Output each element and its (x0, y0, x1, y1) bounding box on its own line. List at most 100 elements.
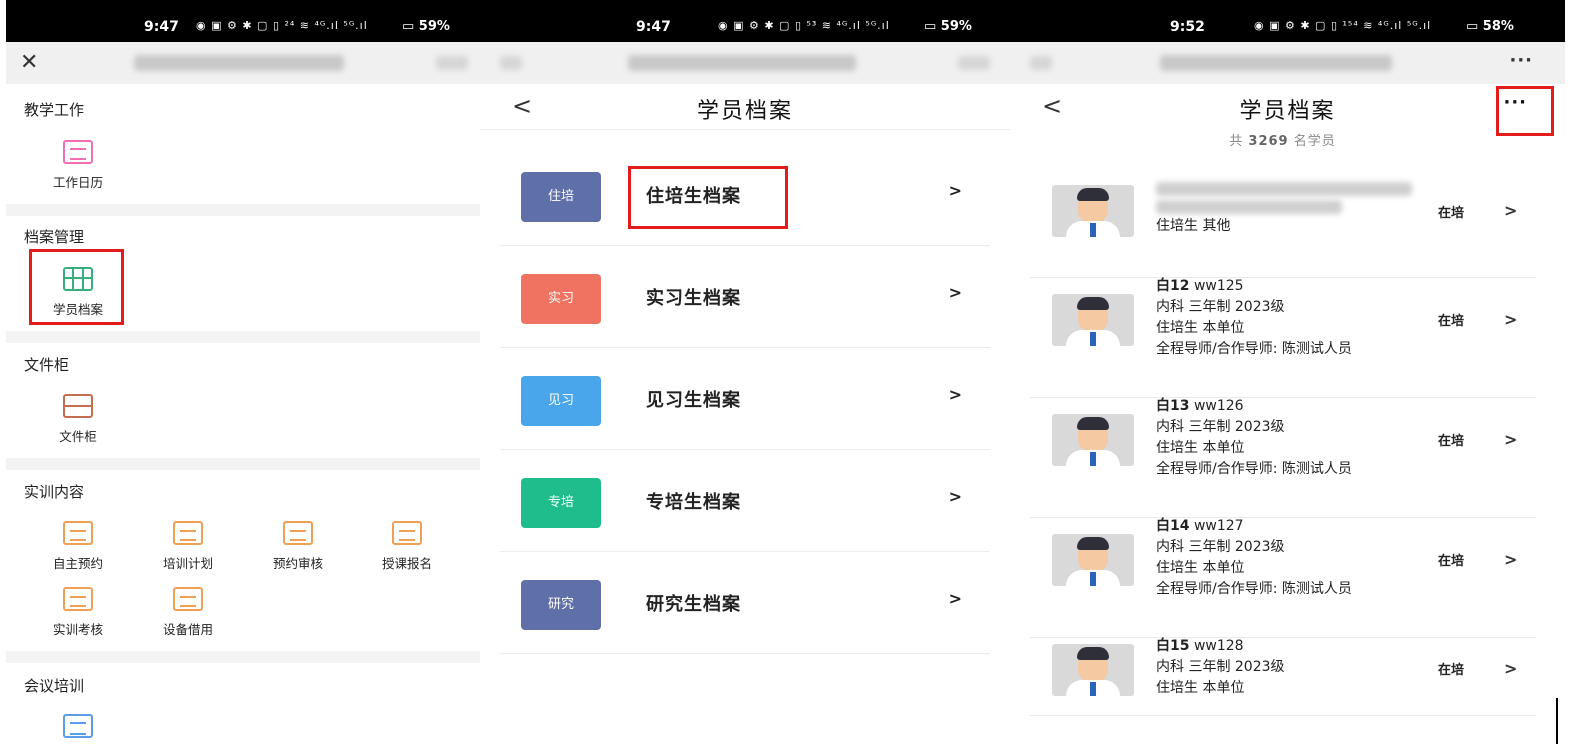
home-menu-screen: 9:47 ◉ ▣ ⚙ ✱ ▢ ▯ ²⁴ ≋ ⁴ᴳ.ıl ⁵ᴳ.ıl ▭ 59% … (6, 0, 480, 752)
app-header: ··· (1010, 42, 1565, 84)
status-time: 9:47 (636, 19, 671, 35)
menu-item-label: 工作日历 (52, 175, 103, 190)
total-suffix: 名学员 (1288, 134, 1336, 149)
more-options-icon[interactable]: ··· (1509, 50, 1533, 71)
status-bar: 9:47 ◉ ▣ ⚙ ✱ ▢ ▯ ²⁴ ≋ ⁴ᴳ.ıl ⁵ᴳ.ıl ▭ 59% (6, 0, 480, 42)
menu-item-file-cabinet[interactable]: 文件柜 (33, 394, 123, 445)
student-type: 住培生 本单位 (1156, 680, 1245, 696)
menu-item-lecture-signup[interactable]: 授课报名 (362, 521, 452, 572)
archive-row-specialist[interactable]: 专培 专培生档案 > (500, 450, 990, 552)
menu-item-meeting[interactable] (33, 714, 123, 738)
menu-item-label: 文件柜 (59, 429, 97, 444)
chevron-right-icon: > (948, 487, 962, 506)
doctor-avatar (1052, 414, 1134, 466)
student-row[interactable]: 白14 ww127 内科 三年制 2023级 住培生 本单位 全程导师/合作导师… (1030, 518, 1536, 638)
student-row[interactable]: 白15 ww128 内科 三年制 2023级 住培生 本单位 在培 > (1030, 638, 1536, 716)
menu-item-work-calendar[interactable]: 工作日历 (33, 140, 123, 191)
student-type: 住培生 本单位 (1156, 440, 1245, 456)
archive-row-graduate[interactable]: 研究 研究生档案 > (500, 552, 990, 654)
section-title-cabinet: 文件柜 (24, 356, 70, 374)
clipboard-icon (63, 714, 93, 738)
status-badge: 在培 (1438, 206, 1465, 221)
student-dept: 内科 三年制 2023级 (1156, 419, 1285, 435)
calendar-list-icon (63, 140, 93, 164)
blurred-title (1160, 55, 1392, 71)
student-dept: 内科 三年制 2023级 (1156, 299, 1285, 315)
status-time: 9:52 (1170, 19, 1205, 35)
menu-item-self-booking[interactable]: 自主预约 (33, 521, 123, 572)
student-dept: 内科 三年制 2023级 (1156, 659, 1285, 675)
doctor-avatar (1052, 294, 1134, 346)
student-total: 共 3269 名学员 (1010, 130, 1555, 149)
menu-item-device-borrow[interactable]: 设备借用 (143, 587, 233, 638)
student-name: 白13 (1156, 398, 1190, 414)
student-name: 白12 (1156, 278, 1190, 294)
student-row[interactable]: 住培生 其他 在培 > (1030, 158, 1536, 278)
student-info: 住培生 其他 (1156, 178, 1416, 237)
highlight-box (29, 249, 124, 325)
calendar-clock-icon (63, 521, 93, 545)
menu-item-training-exam[interactable]: 实训考核 (33, 587, 123, 638)
chevron-right-icon: > (948, 589, 962, 608)
status-badge: 在培 (1438, 554, 1465, 569)
close-icon[interactable]: ✕ (20, 50, 38, 75)
section-title-archive: 档案管理 (24, 228, 85, 246)
menu-item-training-plan[interactable]: 培训计划 (143, 521, 233, 572)
status-badge: 在培 (1438, 314, 1465, 329)
status-icons: ◉ ▣ ⚙ ✱ ▢ ▯ ²⁴ ≋ ⁴ᴳ.ıl ⁵ᴳ.ıl (196, 19, 368, 32)
section-title-training: 实训内容 (24, 483, 85, 501)
student-mentor: 全程导师/合作导师: 陈测试人员 (1156, 461, 1352, 477)
edge-divider (1556, 698, 1558, 744)
section-divider (6, 458, 480, 470)
student-list-screen: 9:52 ◉ ▣ ⚙ ✱ ▢ ▯ ¹⁵⁴ ≋ ⁴ᴳ.ıl ⁵ᴳ.ıl ▭ 58%… (1010, 0, 1565, 752)
highlight-box (628, 166, 788, 229)
doctor-avatar (1052, 185, 1134, 237)
chevron-right-icon: > (948, 283, 962, 302)
archive-badge: 专培 (521, 478, 601, 528)
section-divider (6, 651, 480, 663)
app-header: ✕ (6, 42, 480, 84)
training-exam-icon (63, 587, 93, 611)
total-prefix: 共 (1229, 134, 1249, 149)
blurred-action (436, 56, 468, 70)
page-title: 学员档案 (1239, 99, 1336, 124)
section-title-teaching: 教学工作 (24, 101, 85, 119)
student-row[interactable]: 白13 ww126 内科 三年制 2023级 住培生 本单位 全程导师/合作导师… (1030, 398, 1536, 518)
menu-item-label: 培训计划 (162, 556, 213, 571)
archive-category-screen: 9:47 ◉ ▣ ⚙ ✱ ▢ ▯ ⁵³ ≋ ⁴ᴳ.ıl ⁵ᴳ.ıl ▭ 59% … (480, 0, 1010, 752)
total-count: 3269 (1248, 134, 1289, 149)
student-id: ww126 (1193, 398, 1244, 414)
student-type: 住培生 本单位 (1156, 560, 1245, 576)
calendar-check-icon (283, 521, 313, 545)
blurred-action (958, 56, 990, 70)
student-info: 白14 ww127 内科 三年制 2023级 住培生 本单位 全程导师/合作导师… (1156, 516, 1352, 600)
status-icons: ◉ ▣ ⚙ ✱ ▢ ▯ ⁵³ ≋ ⁴ᴳ.ıl ⁵ᴳ.ıl (718, 19, 890, 32)
student-row[interactable]: 白12 ww125 内科 三年制 2023级 住培生 本单位 全程导师/合作导师… (1030, 278, 1536, 398)
battery-indicator: ▭ 58% (1466, 19, 1514, 34)
menu-item-label: 授课报名 (381, 556, 432, 571)
status-badge: 在培 (1438, 663, 1465, 678)
archive-label: 见习生档案 (646, 390, 741, 411)
blurred-title (628, 55, 856, 71)
blurred-title (134, 55, 344, 71)
page-title: 学员档案 (696, 99, 793, 124)
doctor-avatar (1052, 534, 1134, 586)
student-dept: 内科 三年制 2023级 (1156, 539, 1285, 555)
menu-item-booking-review[interactable]: 预约审核 (253, 521, 343, 572)
chevron-right-icon: > (1504, 550, 1518, 569)
archive-row-intern[interactable]: 实习 实习生档案 > (500, 246, 990, 348)
archive-badge: 住培 (521, 172, 601, 222)
chevron-right-icon: > (1504, 310, 1518, 329)
battery-indicator: ▭ 59% (402, 19, 450, 34)
archive-badge: 研究 (521, 580, 601, 630)
section-divider (6, 204, 480, 216)
student-id: ww128 (1193, 638, 1244, 654)
section-divider (6, 331, 480, 343)
battery-indicator: ▭ 59% (924, 19, 972, 34)
chevron-right-icon: > (1504, 201, 1518, 220)
cabinet-icon (63, 394, 93, 418)
archive-label: 专培生档案 (646, 492, 741, 513)
archive-label: 研究生档案 (646, 594, 741, 615)
device-icon (173, 587, 203, 611)
archive-row-trainee[interactable]: 见习 见习生档案 > (500, 348, 990, 450)
